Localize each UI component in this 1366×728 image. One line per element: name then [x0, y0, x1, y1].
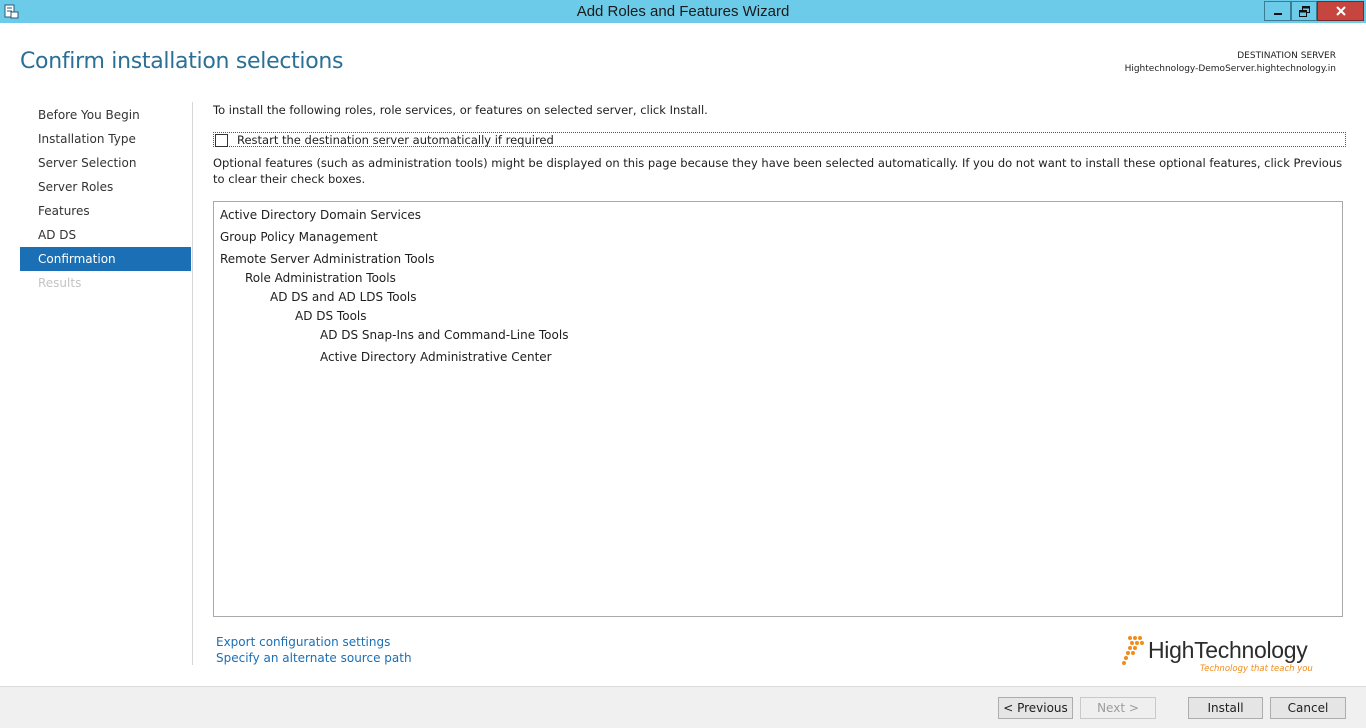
logo-name: HighTechnology [1148, 637, 1308, 663]
restart-checkbox-label[interactable]: Restart the destination server automatic… [237, 133, 554, 147]
optional-features-note: Optional features (such as administratio… [213, 156, 1343, 186]
wizard-steps-nav: Before You Begin Installation Type Serve… [20, 103, 191, 295]
list-item: Role Administration Tools [245, 271, 396, 285]
destination-server-name: Hightechnology-DemoServer.hightechnology… [1124, 64, 1336, 74]
page-title: Confirm installation selections [20, 49, 344, 74]
hightechnology-logo: HighTechnology Technology that teach you [1122, 633, 1322, 679]
minimize-icon [1273, 13, 1282, 15]
nav-item-features[interactable]: Features [20, 199, 191, 223]
selected-features-list[interactable]: Active Directory Domain Services Group P… [213, 201, 1343, 617]
previous-button[interactable]: < Previous [998, 697, 1073, 719]
list-item: AD DS and AD LDS Tools [270, 290, 417, 304]
next-button: Next > [1080, 697, 1156, 719]
list-item: Active Directory Domain Services [220, 208, 422, 222]
restart-checkbox[interactable] [215, 134, 228, 147]
intro-text: To install the following roles, role ser… [213, 103, 708, 117]
nav-item-ad-ds[interactable]: AD DS [20, 223, 191, 247]
nav-item-server-roles[interactable]: Server Roles [20, 175, 191, 199]
minimize-button[interactable] [1264, 1, 1291, 21]
alternate-source-path-link[interactable]: Specify an alternate source path [216, 651, 412, 665]
restart-option[interactable]: Restart the destination server automatic… [213, 132, 1346, 147]
restore-button[interactable] [1291, 1, 1317, 21]
install-button[interactable]: Install [1188, 697, 1263, 719]
list-item: AD DS Snap-Ins and Command-Line Tools [320, 328, 569, 342]
list-item: Active Directory Administrative Center [320, 350, 552, 364]
list-item: AD DS Tools [295, 309, 367, 323]
nav-item-server-selection[interactable]: Server Selection [20, 151, 191, 175]
nav-item-results: Results [38, 276, 82, 290]
restore-icon [1298, 5, 1310, 17]
close-icon [1335, 6, 1346, 16]
nav-item-before-you-begin[interactable]: Before You Begin [20, 103, 191, 127]
destination-label: DESTINATION SERVER [1237, 51, 1336, 61]
list-item: Remote Server Administration Tools [220, 252, 435, 266]
list-item: Group Policy Management [220, 230, 378, 244]
window-title: Add Roles and Features Wizard [576, 3, 790, 20]
export-configuration-link[interactable]: Export configuration settings [216, 635, 390, 649]
close-button[interactable] [1317, 1, 1364, 21]
nav-item-installation-type[interactable]: Installation Type [20, 127, 191, 151]
nav-item-confirmation[interactable]: Confirmation [20, 247, 191, 271]
nav-divider [192, 102, 193, 665]
logo-tagline: Technology that teach you [1200, 664, 1313, 674]
title-bar[interactable]: Add Roles and Features Wizard [0, 0, 1366, 23]
logo-dots-icon [1122, 636, 1144, 665]
wizard-footer: < Previous Next > Install Cancel [0, 686, 1366, 728]
destination-server-info: DESTINATION SERVER Hightechnology-DemoSe… [1125, 50, 1336, 76]
cancel-button[interactable]: Cancel [1270, 697, 1346, 719]
